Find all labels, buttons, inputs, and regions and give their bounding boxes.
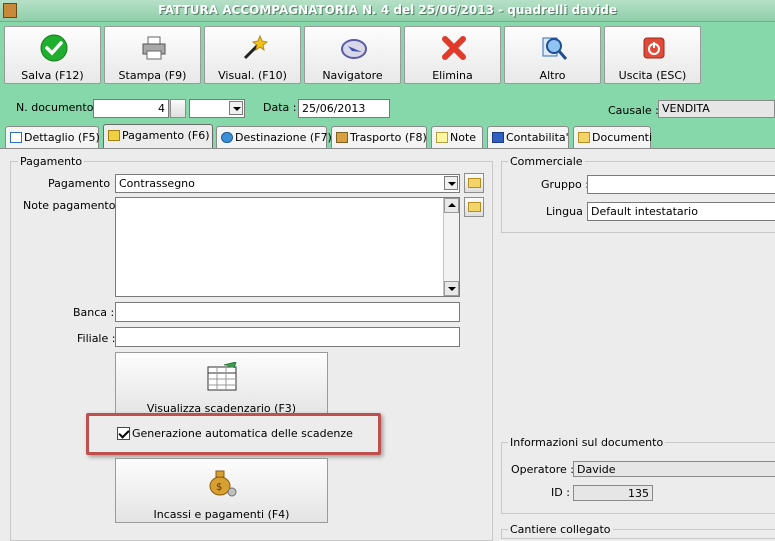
view-button-label: Visual. (F10) [218,69,287,82]
document-header: N. documento : 4 Data : 25/06/2013 Causa… [0,90,775,122]
doc-series-dropdown-icon[interactable] [229,101,243,115]
main-toolbar: Salva (F12) Stampa (F9) Visual. (F10) Na… [0,22,775,90]
highlight-annotation [86,413,381,455]
filiale-label: Filiale : [77,332,116,345]
spreadsheet-calendar-icon [207,362,237,391]
print-button-label: Stampa (F9) [118,69,187,82]
doc-number-label: N. documento : [16,101,101,114]
doc-number-field[interactable]: 4 [93,99,169,118]
folder-icon [468,178,481,188]
tab-destinazione-label: Destinazione (F7) [235,131,332,144]
banca-label: Banca : [73,306,115,319]
info-group-title: Informazioni sul documento [508,436,666,449]
note-scrollbar[interactable] [443,198,459,296]
causale-label: Causale : [608,104,659,117]
id-label: ID : [551,486,570,499]
tab-contabilita-label: Contabilita' [506,131,569,144]
tab-contabilita[interactable]: Contabilita' [487,126,569,148]
scroll-down-icon[interactable] [444,281,459,296]
id-field: 135 [573,485,653,501]
pagamento-group-title: Pagamento [18,155,85,168]
pagamento-label: Pagamento : [48,177,118,190]
commerciale-group-title: Commerciale [508,155,585,168]
folder-icon [468,202,481,212]
svg-text:$: $ [216,482,222,493]
navigator-button-label: Navigatore [322,69,383,82]
tab-documenti[interactable]: Documenti [573,126,653,148]
globe-icon [221,132,233,143]
pagamento-select[interactable]: Contrassegno [115,174,460,193]
table-icon [10,132,22,143]
causale-field[interactable]: VENDITA [658,100,775,118]
print-button[interactable]: Stampa (F9) [104,26,201,84]
tab-pagamento[interactable]: Pagamento (F6) [103,124,213,149]
banca-field[interactable] [115,302,460,322]
delete-x-icon [442,36,466,60]
lingua-select[interactable]: Default intestatario [587,202,775,221]
tab-note[interactable]: Note [431,126,483,148]
book-icon [492,132,504,143]
exit-button-label: Uscita (ESC) [618,69,687,82]
delete-button-label: Elimina [432,69,473,82]
other-button-label: Altro [539,69,566,82]
pagamento-browse-button[interactable] [464,173,484,193]
magic-wand-icon [243,34,268,60]
navigator-button[interactable]: Navigatore [304,26,401,84]
folder-icon [578,132,590,143]
date-label: Data : [263,101,297,114]
tab-dettaglio-label: Dettaglio (F5) [24,131,100,144]
note-icon [436,132,448,143]
incassi-button[interactable]: $ Incassi e pagamenti (F4) [115,458,328,523]
gruppo-field[interactable] [587,175,775,194]
save-button-label: Salva (F12) [21,69,84,82]
exit-button[interactable]: Uscita (ESC) [604,26,701,84]
note-pagamento-textarea[interactable] [115,197,460,297]
tab-trasporto[interactable]: Trasporto (F8) [331,126,427,148]
delete-button[interactable]: Elimina [404,26,501,84]
tab-dettaglio[interactable]: Dettaglio (F5) [5,126,100,148]
tab-trasporto-label: Trasporto (F8) [350,131,427,144]
window-title: FATTURA ACCOMPAGNATORIA N. 4 del 25/06/2… [157,3,618,17]
filiale-field[interactable] [115,327,460,347]
tab-note-label: Note [450,131,477,144]
gruppo-label: Gruppo : [541,178,589,191]
doc-number-suffix-button[interactable] [170,99,186,118]
search-magnifier-icon [542,37,568,60]
date-field[interactable]: 25/06/2013 [298,99,390,118]
cantiere-group-title: Cantiere collegato [508,523,613,536]
scroll-up-icon[interactable] [444,198,459,213]
info-group [501,442,775,514]
printer-icon [142,36,166,60]
other-button[interactable]: Altro [504,26,601,84]
pagamento-dropdown-icon[interactable] [444,176,458,190]
tab-pagamento-label: Pagamento (F6) [122,129,210,142]
save-button[interactable]: Salva (F12) [4,26,101,84]
lingua-label: Lingua : [546,205,591,218]
money-bag-icon: $ [209,470,237,497]
scadenzario-button[interactable]: Visualizza scadenzario (F3) [115,352,328,416]
view-button[interactable]: Visual. (F10) [204,26,301,84]
note-browse-button[interactable] [464,197,484,217]
incassi-button-label: Incassi e pagamenti (F4) [153,508,290,521]
commerciale-group [501,161,775,233]
compass-icon [341,39,367,59]
tab-destinazione[interactable]: Destinazione (F7) [216,126,332,148]
note-pagamento-label: Note pagamento : [23,199,123,212]
operatore-label: Operatore : [511,463,574,476]
payment-icon [108,130,120,141]
truck-icon [336,132,348,143]
tab-documenti-label: Documenti [592,131,653,144]
window-titlebar: FATTURA ACCOMPAGNATORIA N. 4 del 25/06/2… [0,0,775,22]
tab-bar: Dettaglio (F5) Pagamento (F6) Destinazio… [0,122,775,149]
power-icon [643,37,665,59]
checkmark-icon [40,34,68,62]
operatore-field: Davide [573,461,775,477]
